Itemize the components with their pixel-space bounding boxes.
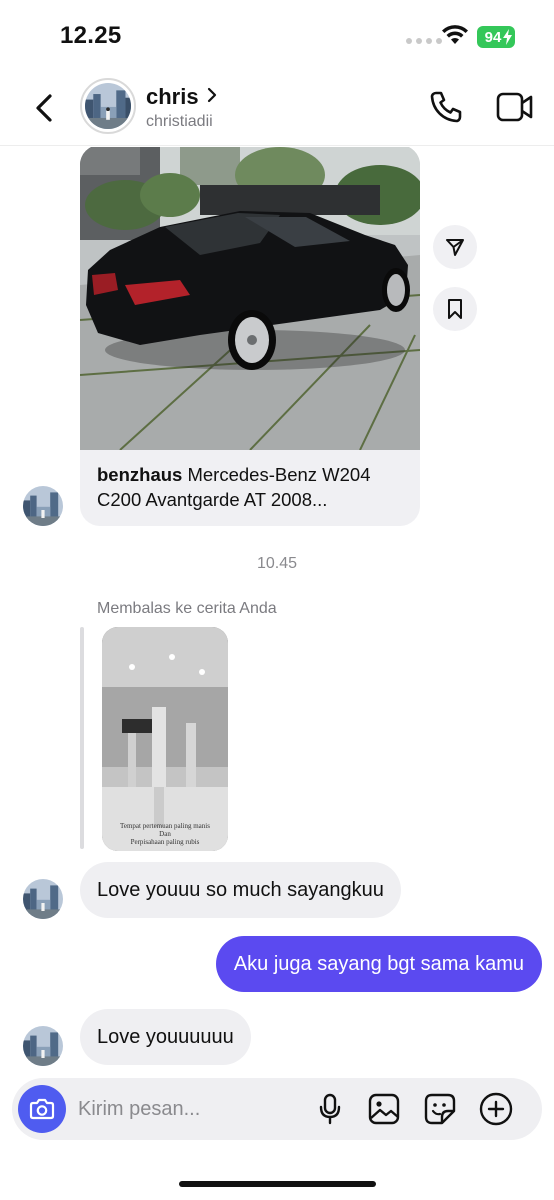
contact-username: christiadii xyxy=(146,113,213,130)
avatar-image xyxy=(85,83,131,129)
message-timestamp: 10.45 xyxy=(256,555,298,572)
chat-header: chris christiadii xyxy=(0,70,554,146)
status-bar: 12.25 94 xyxy=(0,0,554,70)
microphone-icon xyxy=(319,1093,341,1125)
status-time: 12.25 xyxy=(60,22,122,49)
save-post-button[interactable] xyxy=(433,287,477,331)
video-call-button[interactable] xyxy=(496,90,534,124)
gallery-button[interactable] xyxy=(366,1091,402,1127)
message-thread[interactable]: benzhaus Mercedes-Benz W204 C200 Avantga… xyxy=(0,147,554,1077)
chevron-right-icon[interactable] xyxy=(206,86,218,104)
outgoing-message[interactable]: Aku juga sayang bgt sama kamu xyxy=(215,936,542,992)
message-composer xyxy=(12,1078,542,1140)
cellular-signal-icon xyxy=(406,38,442,44)
home-indicator[interactable] xyxy=(179,1181,376,1187)
story-thumbnail[interactable]: Tempat pertemuan paling manis Dan Perpis… xyxy=(102,627,228,851)
camera-icon xyxy=(29,1098,55,1120)
post-account-name[interactable]: benzhaus xyxy=(97,464,182,485)
charging-bolt-icon xyxy=(503,29,512,45)
contact-name[interactable]: chris xyxy=(146,84,199,110)
camera-button[interactable] xyxy=(18,1085,66,1133)
back-button[interactable] xyxy=(28,88,64,128)
sender-avatar[interactable] xyxy=(23,1026,63,1066)
plus-icon xyxy=(479,1092,513,1126)
battery-indicator: 94 xyxy=(477,26,515,48)
sticker-icon xyxy=(424,1093,456,1125)
more-options-button[interactable] xyxy=(478,1091,514,1127)
car-photo xyxy=(80,147,420,450)
story-reply-label: Membalas ke cerita Anda xyxy=(97,600,277,617)
story-caption-line-1: Tempat pertemuan paling manis xyxy=(120,822,210,830)
post-caption: benzhaus Mercedes-Benz W204 C200 Avantga… xyxy=(97,462,407,512)
voice-message-button[interactable] xyxy=(312,1091,348,1127)
wifi-icon xyxy=(442,25,468,44)
share-post-button[interactable] xyxy=(433,225,477,269)
bookmark-icon xyxy=(448,299,462,319)
story-caption-line-2: Dan xyxy=(159,830,171,838)
image-icon xyxy=(368,1093,400,1125)
incoming-message[interactable]: Love youuu so much sayangkuu xyxy=(80,862,401,918)
sticker-button[interactable] xyxy=(422,1091,458,1127)
shared-post-card[interactable]: benzhaus Mercedes-Benz W204 C200 Avantga… xyxy=(80,147,420,526)
reply-indicator-bar xyxy=(80,627,84,849)
message-input[interactable] xyxy=(78,1092,298,1126)
battery-level: 94 xyxy=(484,28,502,46)
sender-avatar[interactable] xyxy=(23,879,63,919)
phone-call-button[interactable] xyxy=(428,89,464,125)
story-caption-line-3: Perpisahaan paling rubis xyxy=(131,838,200,846)
incoming-message[interactable]: Love youuuuuu xyxy=(80,1009,251,1065)
send-icon xyxy=(446,239,464,256)
sender-avatar[interactable] xyxy=(23,486,63,526)
contact-avatar[interactable] xyxy=(80,78,136,134)
